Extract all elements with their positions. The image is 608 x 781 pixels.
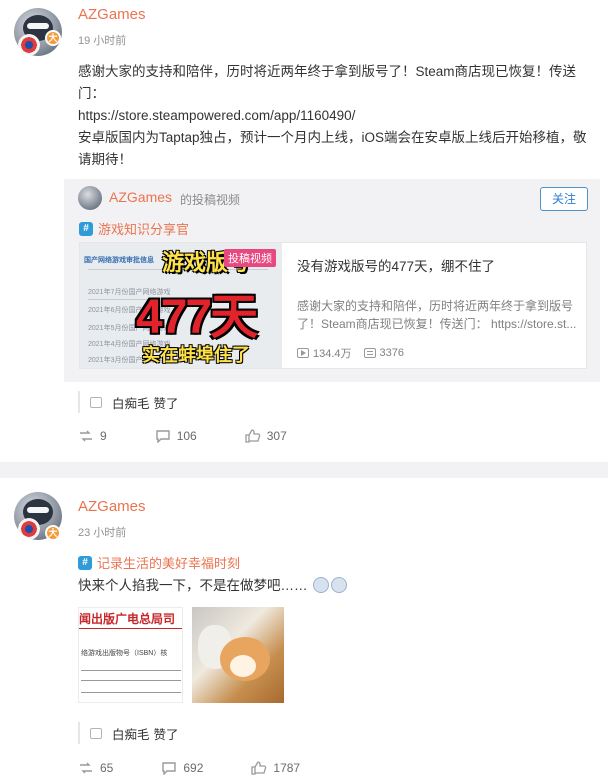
comment-count: 3376 bbox=[379, 347, 405, 359]
post-link[interactable]: https://store.steampowered.com/app/11604… bbox=[78, 105, 598, 127]
video-card[interactable]: 国产网络游戏审批信息 2021年7月份国产网络游戏 2021年6月份国产网络游戏… bbox=[79, 242, 587, 369]
feed-separator bbox=[0, 462, 608, 478]
verified-badge-icon: 大 bbox=[45, 30, 61, 46]
liked-by-line: 白痴毛 赞了 bbox=[78, 391, 598, 413]
comment-button[interactable]: 106 bbox=[155, 429, 197, 443]
weibo-post-1: 大 AZGames 19 小时前 感谢大家的支持和陪伴，历时将近两年终于拿到版号… bbox=[0, 0, 608, 462]
like-count: 307 bbox=[266, 429, 287, 443]
post-time[interactable]: 19 小时前 bbox=[78, 32, 126, 48]
liked-by-user[interactable]: 白痴毛 bbox=[112, 724, 150, 743]
repost-avatar[interactable] bbox=[78, 186, 102, 210]
repost-button[interactable]: 9 bbox=[78, 429, 107, 443]
emoji-icon bbox=[313, 577, 330, 593]
repost-icon bbox=[80, 762, 92, 774]
comment-count: 106 bbox=[176, 429, 197, 443]
follow-button[interactable]: 关注 bbox=[540, 187, 588, 211]
username[interactable]: AZGames bbox=[78, 6, 146, 23]
post-text: 感谢大家的支持和陪伴，历时将近两年终于拿到版号了！Steam商店现已恢复！传送门… bbox=[78, 61, 598, 171]
liked-suffix: 赞了 bbox=[153, 396, 179, 411]
repost-count: 65 bbox=[100, 761, 114, 775]
shield-icon bbox=[18, 518, 40, 540]
avatar-eyes bbox=[27, 23, 49, 29]
like-icon bbox=[245, 429, 260, 443]
thumb-overlay-mid: 477天 bbox=[136, 291, 258, 344]
doc-table-line bbox=[81, 680, 181, 681]
play-count: 134.4万 bbox=[313, 348, 352, 360]
doc-table-line bbox=[81, 692, 181, 693]
post-image-document[interactable]: 闻出版广电总局司 络游戏出版物号（ISBN）核 bbox=[78, 607, 183, 703]
thumbs-up-icon bbox=[90, 396, 102, 408]
repost-username[interactable]: AZGames bbox=[109, 189, 172, 205]
topic-link[interactable]: # 记录生活的美好幸福时刻 bbox=[78, 553, 240, 572]
video-description: 感谢大家的支持和陪伴，历时将近两年终于拿到版号了！Steam商店现已恢复！传送门… bbox=[297, 299, 577, 331]
liked-by-user[interactable]: 白痴毛 bbox=[112, 393, 150, 412]
post-text: 快来个人掐我一下，不是在做梦吧…… bbox=[78, 575, 598, 597]
comment-icon bbox=[162, 762, 177, 775]
post-text-line: 安卓版国内为Taptap独占，预计一个月内上线，iOS端会在安卓版上线后开始移植… bbox=[78, 130, 587, 167]
comment-count: 692 bbox=[183, 761, 204, 775]
play-count-icon bbox=[297, 348, 309, 358]
username[interactable]: AZGames bbox=[78, 498, 146, 515]
action-bar: 9 106 307 bbox=[78, 426, 335, 446]
like-button[interactable]: 1787 bbox=[251, 761, 300, 775]
dog-shape bbox=[230, 655, 256, 677]
hashtag-icon: # bbox=[79, 221, 93, 236]
video-title[interactable]: 没有游戏版号的477天，绷不住了 bbox=[297, 255, 495, 275]
thumbs-up-icon bbox=[90, 727, 102, 739]
doc-header-text: 闻出版广电总局司 bbox=[79, 612, 176, 626]
topic-label: 游戏知识分享官 bbox=[98, 222, 190, 237]
thumb-doc-heading: 国产网络游戏审批信息 bbox=[84, 257, 154, 264]
video-label-badge: 投稿视频 bbox=[224, 249, 276, 267]
topic-label: 记录生活的美好幸福时刻 bbox=[97, 556, 241, 571]
doc-sub-text: 络游戏出版物号（ISBN）核 bbox=[81, 650, 168, 657]
danmaku-icon bbox=[363, 348, 376, 358]
comment-icon bbox=[155, 430, 170, 443]
repost-count: 9 bbox=[100, 429, 107, 443]
hashtag-icon: # bbox=[78, 555, 92, 570]
liked-by-line: 白痴毛 赞了 bbox=[78, 722, 598, 744]
liked-suffix: 赞了 bbox=[153, 727, 179, 742]
verified-badge-icon: 大 bbox=[45, 525, 61, 541]
repost-button[interactable]: 65 bbox=[78, 761, 113, 775]
weibo-post-2: 大 AZGames 23 小时前 # 记录生活的美好幸福时刻 快来个人掐我一下，… bbox=[0, 478, 608, 781]
doc-rule bbox=[79, 628, 182, 629]
thumb-overlay-bottom: 实在蚌埠住了 bbox=[142, 345, 250, 365]
like-count: 1787 bbox=[273, 761, 301, 775]
emoji-icon bbox=[331, 577, 348, 593]
like-button[interactable]: 307 bbox=[245, 429, 287, 443]
avatar-eyes bbox=[27, 507, 49, 513]
shield-icon bbox=[18, 34, 40, 56]
like-icon bbox=[251, 761, 267, 775]
video-thumbnail[interactable]: 国产网络游戏审批信息 2021年7月份国产网络游戏 2021年6月份国产网络游戏… bbox=[80, 243, 282, 368]
post-text-line: 快来个人掐我一下，不是在做梦吧…… bbox=[78, 578, 308, 593]
repost-icon bbox=[80, 430, 92, 442]
video-stats: 134.4万 3376 bbox=[297, 345, 404, 361]
action-bar: 65 692 1787 bbox=[78, 758, 348, 778]
post-time[interactable]: 23 小时前 bbox=[78, 524, 126, 540]
topic-link[interactable]: # 游戏知识分享官 bbox=[79, 219, 189, 238]
repost-card[interactable]: AZGames 的投稿视频 关注 # 游戏知识分享官 国产网络游戏审批信息 20… bbox=[64, 179, 600, 382]
post-text-line: 感谢大家的支持和陪伴，历时将近两年终于拿到版号了！Steam商店现已恢复！传送门… bbox=[78, 64, 577, 101]
post-image-dog[interactable] bbox=[192, 607, 284, 703]
comment-button[interactable]: 692 bbox=[161, 761, 203, 775]
doc-table-line bbox=[81, 670, 181, 671]
repost-subtitle: 的投稿视频 bbox=[180, 193, 241, 207]
